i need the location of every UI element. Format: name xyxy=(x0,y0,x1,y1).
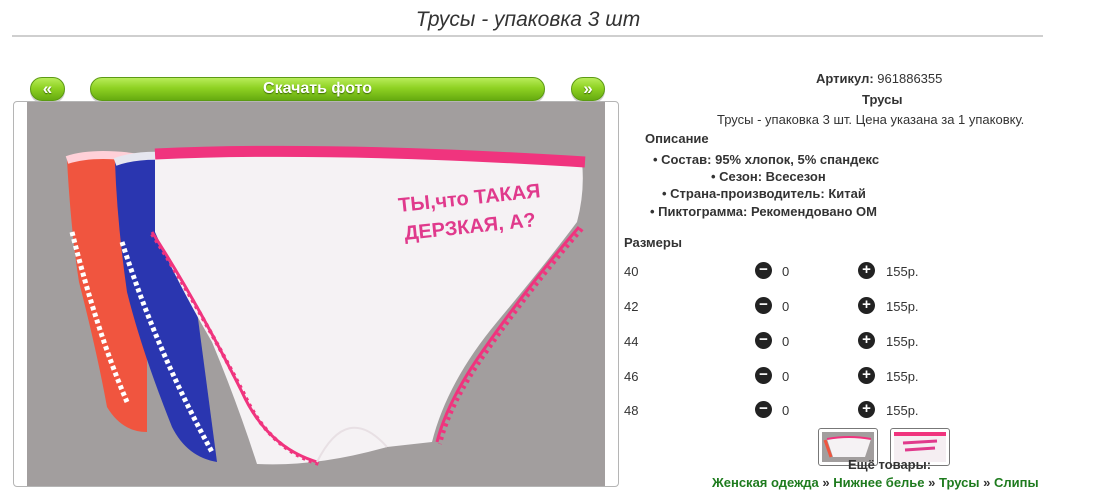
size-row: 42 − 0 + 155р. xyxy=(624,297,954,317)
article-label: Артикул: xyxy=(816,71,874,86)
quantity-value: 0 xyxy=(782,264,790,279)
breadcrumb-separator: » xyxy=(822,475,830,490)
title-divider xyxy=(12,35,1043,37)
plus-icon[interactable]: + xyxy=(858,262,875,279)
price-value: 155р. xyxy=(886,369,919,384)
size-row: 48 − 0 + 155р. xyxy=(624,401,954,421)
minus-icon[interactable]: − xyxy=(755,297,772,314)
quantity-value: 0 xyxy=(782,369,790,384)
plus-icon[interactable]: + xyxy=(858,367,875,384)
price-value: 155р. xyxy=(886,264,919,279)
quantity-value: 0 xyxy=(782,403,790,418)
product-description: Трусы - упаковка 3 шт. Цена указана за 1… xyxy=(717,112,1025,127)
prev-photo-button[interactable]: « xyxy=(30,77,65,101)
page-title: Трусы - упаковка 3 шт xyxy=(415,8,641,31)
size-value: 44 xyxy=(624,334,639,349)
price-value: 155р. xyxy=(886,334,919,349)
size-value: 42 xyxy=(624,299,639,314)
attribute-item: • Страна-производитель: Китай xyxy=(662,186,866,201)
breadcrumb-link[interactable]: Женская одежда xyxy=(712,475,819,490)
breadcrumb-separator: » xyxy=(983,475,991,490)
size-value: 46 xyxy=(624,369,639,384)
breadcrumb-link[interactable]: Трусы xyxy=(939,475,979,490)
product-name: Трусы xyxy=(862,92,903,107)
article-value: 961886355 xyxy=(877,71,943,86)
minus-icon[interactable]: − xyxy=(755,262,772,279)
underwear-illustration: ТЫ,что ТАКАЯ ДЕРЗКАЯ, А? xyxy=(65,145,586,466)
article-line: Артикул: 961886355 xyxy=(816,71,942,86)
product-photo: ТЫ,что ТАКАЯ ДЕРЗКАЯ, А? xyxy=(27,102,605,486)
minus-icon[interactable]: − xyxy=(755,332,772,349)
plus-icon[interactable]: + xyxy=(858,401,875,418)
minus-icon[interactable]: − xyxy=(755,401,772,418)
breadcrumb-link[interactable]: Нижнее белье xyxy=(833,475,924,490)
product-photo-frame: ТЫ,что ТАКАЯ ДЕРЗКАЯ, А? xyxy=(13,101,619,487)
plus-icon[interactable]: + xyxy=(858,297,875,314)
breadcrumb-link[interactable]: Слипы xyxy=(994,475,1039,490)
more-products-title: Ещё товары: xyxy=(848,457,932,472)
size-row: 44 − 0 + 155р. xyxy=(624,332,954,352)
price-value: 155р. xyxy=(886,299,919,314)
download-photo-button[interactable]: Скачать фото xyxy=(90,77,545,101)
quantity-value: 0 xyxy=(782,299,790,314)
size-row: 46 − 0 + 155р. xyxy=(624,367,954,387)
size-value: 40 xyxy=(624,264,639,279)
quantity-value: 0 xyxy=(782,334,790,349)
size-row: 40 − 0 + 155р. xyxy=(624,262,954,282)
description-title: Описание xyxy=(645,131,709,146)
attribute-item: • Пиктограмма: Рекомендовано ОМ xyxy=(650,204,877,219)
sizes-title: Размеры xyxy=(624,235,682,250)
next-photo-button[interactable]: » xyxy=(571,77,605,101)
attribute-item: • Состав: 95% хлопок, 5% спандекс xyxy=(653,152,880,167)
price-value: 155р. xyxy=(886,403,919,418)
plus-icon[interactable]: + xyxy=(858,332,875,349)
size-value: 48 xyxy=(624,403,639,418)
category-breadcrumb: Женская одежда » Нижнее белье » Трусы » … xyxy=(712,475,1039,490)
minus-icon[interactable]: − xyxy=(755,367,772,384)
attribute-item: • Сезон: Всесезон xyxy=(711,169,826,184)
breadcrumb-separator: » xyxy=(928,475,936,490)
